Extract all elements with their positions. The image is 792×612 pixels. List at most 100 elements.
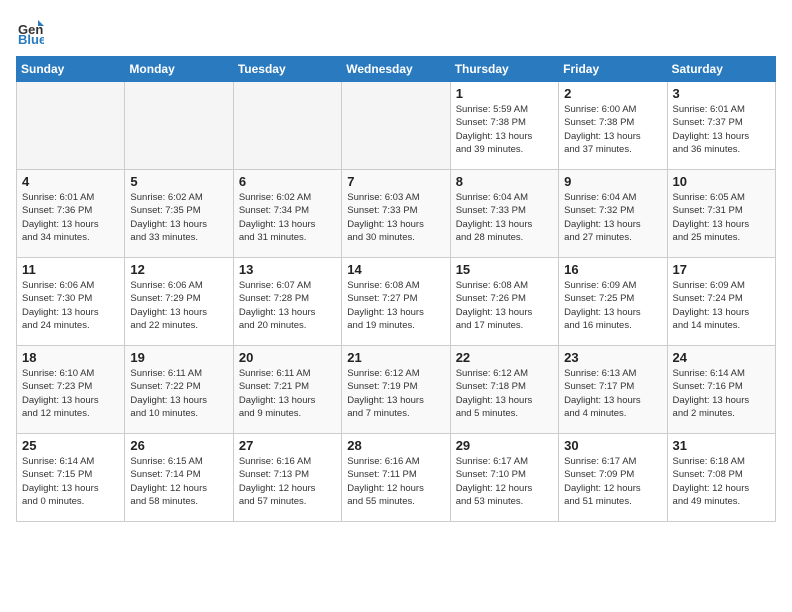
- day-info: Sunrise: 6:17 AM Sunset: 7:09 PM Dayligh…: [564, 455, 661, 508]
- day-number: 30: [564, 438, 661, 453]
- calendar-cell: 27 Sunrise: 6:16 AM Sunset: 7:13 PM Dayli…: [233, 434, 341, 522]
- day-info: Sunrise: 6:03 AM Sunset: 7:33 PM Dayligh…: [347, 191, 444, 244]
- calendar-cell: 3 Sunrise: 6:01 AM Sunset: 7:37 PM Daylig…: [667, 82, 775, 170]
- day-number: 12: [130, 262, 227, 277]
- day-info: Sunrise: 6:14 AM Sunset: 7:15 PM Dayligh…: [22, 455, 119, 508]
- calendar-cell: 7 Sunrise: 6:03 AM Sunset: 7:33 PM Daylig…: [342, 170, 450, 258]
- calendar-cell: 28Sunrise: 6:16 AM Sunset: 7:11 PM Dayli…: [342, 434, 450, 522]
- weekday-header-saturday: Saturday: [667, 57, 775, 82]
- calendar-cell: 19Sunrise: 6:11 AM Sunset: 7:22 PM Dayli…: [125, 346, 233, 434]
- day-number: 10: [673, 174, 770, 189]
- day-number: 9: [564, 174, 661, 189]
- calendar-cell: 22 Sunrise: 6:12 AM Sunset: 7:18 PM Dayli…: [450, 346, 558, 434]
- day-info: Sunrise: 6:04 AM Sunset: 7:32 PM Dayligh…: [564, 191, 661, 244]
- day-info: Sunrise: 6:12 AM Sunset: 7:18 PM Dayligh…: [456, 367, 553, 420]
- day-info: Sunrise: 6:05 AM Sunset: 7:31 PM Dayligh…: [673, 191, 770, 244]
- calendar-cell: 24 Sunrise: 6:14 AM Sunset: 7:16 PM Dayli…: [667, 346, 775, 434]
- day-info: Sunrise: 6:10 AM Sunset: 7:23 PM Dayligh…: [22, 367, 119, 420]
- day-number: 6: [239, 174, 336, 189]
- calendar-table: SundayMondayTuesdayWednesdayThursdayFrid…: [16, 56, 776, 522]
- day-info: Sunrise: 6:09 AM Sunset: 7:25 PM Dayligh…: [564, 279, 661, 332]
- weekday-header-monday: Monday: [125, 57, 233, 82]
- day-info: Sunrise: 6:08 AM Sunset: 7:26 PM Dayligh…: [456, 279, 553, 332]
- calendar-week-row: 18 Sunrise: 6:10 AM Sunset: 7:23 PM Dayli…: [17, 346, 776, 434]
- day-number: 13: [239, 262, 336, 277]
- logo: Gen Blue: [16, 16, 48, 44]
- calendar-week-row: 1 Sunrise: 5:59 AM Sunset: 7:38 PM Daylig…: [17, 82, 776, 170]
- calendar-week-row: 11 Sunrise: 6:06 AM Sunset: 7:30 PM Dayli…: [17, 258, 776, 346]
- day-number: 18: [22, 350, 119, 365]
- day-number: 4: [22, 174, 119, 189]
- day-number: 22: [456, 350, 553, 365]
- day-number: 3: [673, 86, 770, 101]
- day-number: 17: [673, 262, 770, 277]
- calendar-cell: 16Sunrise: 6:09 AM Sunset: 7:25 PM Dayli…: [559, 258, 667, 346]
- weekday-header-wednesday: Wednesday: [342, 57, 450, 82]
- calendar-cell: 12 Sunrise: 6:06 AM Sunset: 7:29 PM Dayli…: [125, 258, 233, 346]
- day-info: Sunrise: 6:06 AM Sunset: 7:30 PM Dayligh…: [22, 279, 119, 332]
- day-number: 31: [673, 438, 770, 453]
- calendar-cell: 23 Sunrise: 6:13 AM Sunset: 7:17 PM Dayli…: [559, 346, 667, 434]
- calendar-cell: [125, 82, 233, 170]
- calendar-cell: 26Sunrise: 6:15 AM Sunset: 7:14 PM Dayli…: [125, 434, 233, 522]
- day-number: 11: [22, 262, 119, 277]
- weekday-header-tuesday: Tuesday: [233, 57, 341, 82]
- day-info: Sunrise: 6:11 AM Sunset: 7:21 PM Dayligh…: [239, 367, 336, 420]
- calendar-cell: 29Sunrise: 6:17 AM Sunset: 7:10 PM Dayli…: [450, 434, 558, 522]
- calendar-cell: 15Sunrise: 6:08 AM Sunset: 7:26 PM Dayli…: [450, 258, 558, 346]
- calendar-cell: 13 Sunrise: 6:07 AM Sunset: 7:28 PM Dayli…: [233, 258, 341, 346]
- day-info: Sunrise: 5:59 AM Sunset: 7:38 PM Dayligh…: [456, 103, 553, 156]
- day-info: Sunrise: 6:09 AM Sunset: 7:24 PM Dayligh…: [673, 279, 770, 332]
- calendar-cell: 14Sunrise: 6:08 AM Sunset: 7:27 PM Dayli…: [342, 258, 450, 346]
- day-info: Sunrise: 6:02 AM Sunset: 7:34 PM Dayligh…: [239, 191, 336, 244]
- calendar-cell: 2 Sunrise: 6:00 AM Sunset: 7:38 PM Daylig…: [559, 82, 667, 170]
- weekday-header-sunday: Sunday: [17, 57, 125, 82]
- calendar-cell: [233, 82, 341, 170]
- day-number: 26: [130, 438, 227, 453]
- day-number: 23: [564, 350, 661, 365]
- day-info: Sunrise: 6:06 AM Sunset: 7:29 PM Dayligh…: [130, 279, 227, 332]
- day-info: Sunrise: 6:14 AM Sunset: 7:16 PM Dayligh…: [673, 367, 770, 420]
- day-number: 21: [347, 350, 444, 365]
- calendar-cell: [17, 82, 125, 170]
- svg-text:Blue: Blue: [18, 32, 44, 44]
- weekday-header-thursday: Thursday: [450, 57, 558, 82]
- calendar-cell: 11 Sunrise: 6:06 AM Sunset: 7:30 PM Dayli…: [17, 258, 125, 346]
- day-number: 1: [456, 86, 553, 101]
- day-info: Sunrise: 6:18 AM Sunset: 7:08 PM Dayligh…: [673, 455, 770, 508]
- day-info: Sunrise: 6:16 AM Sunset: 7:13 PM Dayligh…: [239, 455, 336, 508]
- calendar-week-row: 25 Sunrise: 6:14 AM Sunset: 7:15 PM Dayli…: [17, 434, 776, 522]
- calendar-cell: 1 Sunrise: 5:59 AM Sunset: 7:38 PM Daylig…: [450, 82, 558, 170]
- calendar-cell: 10 Sunrise: 6:05 AM Sunset: 7:31 PM Dayli…: [667, 170, 775, 258]
- day-number: 7: [347, 174, 444, 189]
- day-number: 24: [673, 350, 770, 365]
- calendar-cell: 6 Sunrise: 6:02 AM Sunset: 7:34 PM Daylig…: [233, 170, 341, 258]
- day-number: 25: [22, 438, 119, 453]
- calendar-cell: [342, 82, 450, 170]
- day-info: Sunrise: 6:07 AM Sunset: 7:28 PM Dayligh…: [239, 279, 336, 332]
- day-number: 27: [239, 438, 336, 453]
- day-info: Sunrise: 6:01 AM Sunset: 7:37 PM Dayligh…: [673, 103, 770, 156]
- calendar-cell: 30 Sunrise: 6:17 AM Sunset: 7:09 PM Dayli…: [559, 434, 667, 522]
- calendar-cell: 31 Sunrise: 6:18 AM Sunset: 7:08 PM Dayli…: [667, 434, 775, 522]
- calendar-cell: 5 Sunrise: 6:02 AM Sunset: 7:35 PM Daylig…: [125, 170, 233, 258]
- day-info: Sunrise: 6:02 AM Sunset: 7:35 PM Dayligh…: [130, 191, 227, 244]
- calendar-cell: 21Sunrise: 6:12 AM Sunset: 7:19 PM Dayli…: [342, 346, 450, 434]
- day-info: Sunrise: 6:11 AM Sunset: 7:22 PM Dayligh…: [130, 367, 227, 420]
- day-number: 2: [564, 86, 661, 101]
- day-number: 20: [239, 350, 336, 365]
- day-number: 5: [130, 174, 227, 189]
- calendar-cell: 18 Sunrise: 6:10 AM Sunset: 7:23 PM Dayli…: [17, 346, 125, 434]
- day-info: Sunrise: 6:13 AM Sunset: 7:17 PM Dayligh…: [564, 367, 661, 420]
- calendar-header-row: SundayMondayTuesdayWednesdayThursdayFrid…: [17, 57, 776, 82]
- day-info: Sunrise: 6:00 AM Sunset: 7:38 PM Dayligh…: [564, 103, 661, 156]
- calendar-cell: 20 Sunrise: 6:11 AM Sunset: 7:21 PM Dayli…: [233, 346, 341, 434]
- calendar-week-row: 4 Sunrise: 6:01 AM Sunset: 7:36 PM Daylig…: [17, 170, 776, 258]
- day-number: 8: [456, 174, 553, 189]
- page-header: Gen Blue: [16, 16, 776, 44]
- day-number: 28: [347, 438, 444, 453]
- weekday-header-friday: Friday: [559, 57, 667, 82]
- day-info: Sunrise: 6:01 AM Sunset: 7:36 PM Dayligh…: [22, 191, 119, 244]
- day-number: 14: [347, 262, 444, 277]
- day-info: Sunrise: 6:17 AM Sunset: 7:10 PM Dayligh…: [456, 455, 553, 508]
